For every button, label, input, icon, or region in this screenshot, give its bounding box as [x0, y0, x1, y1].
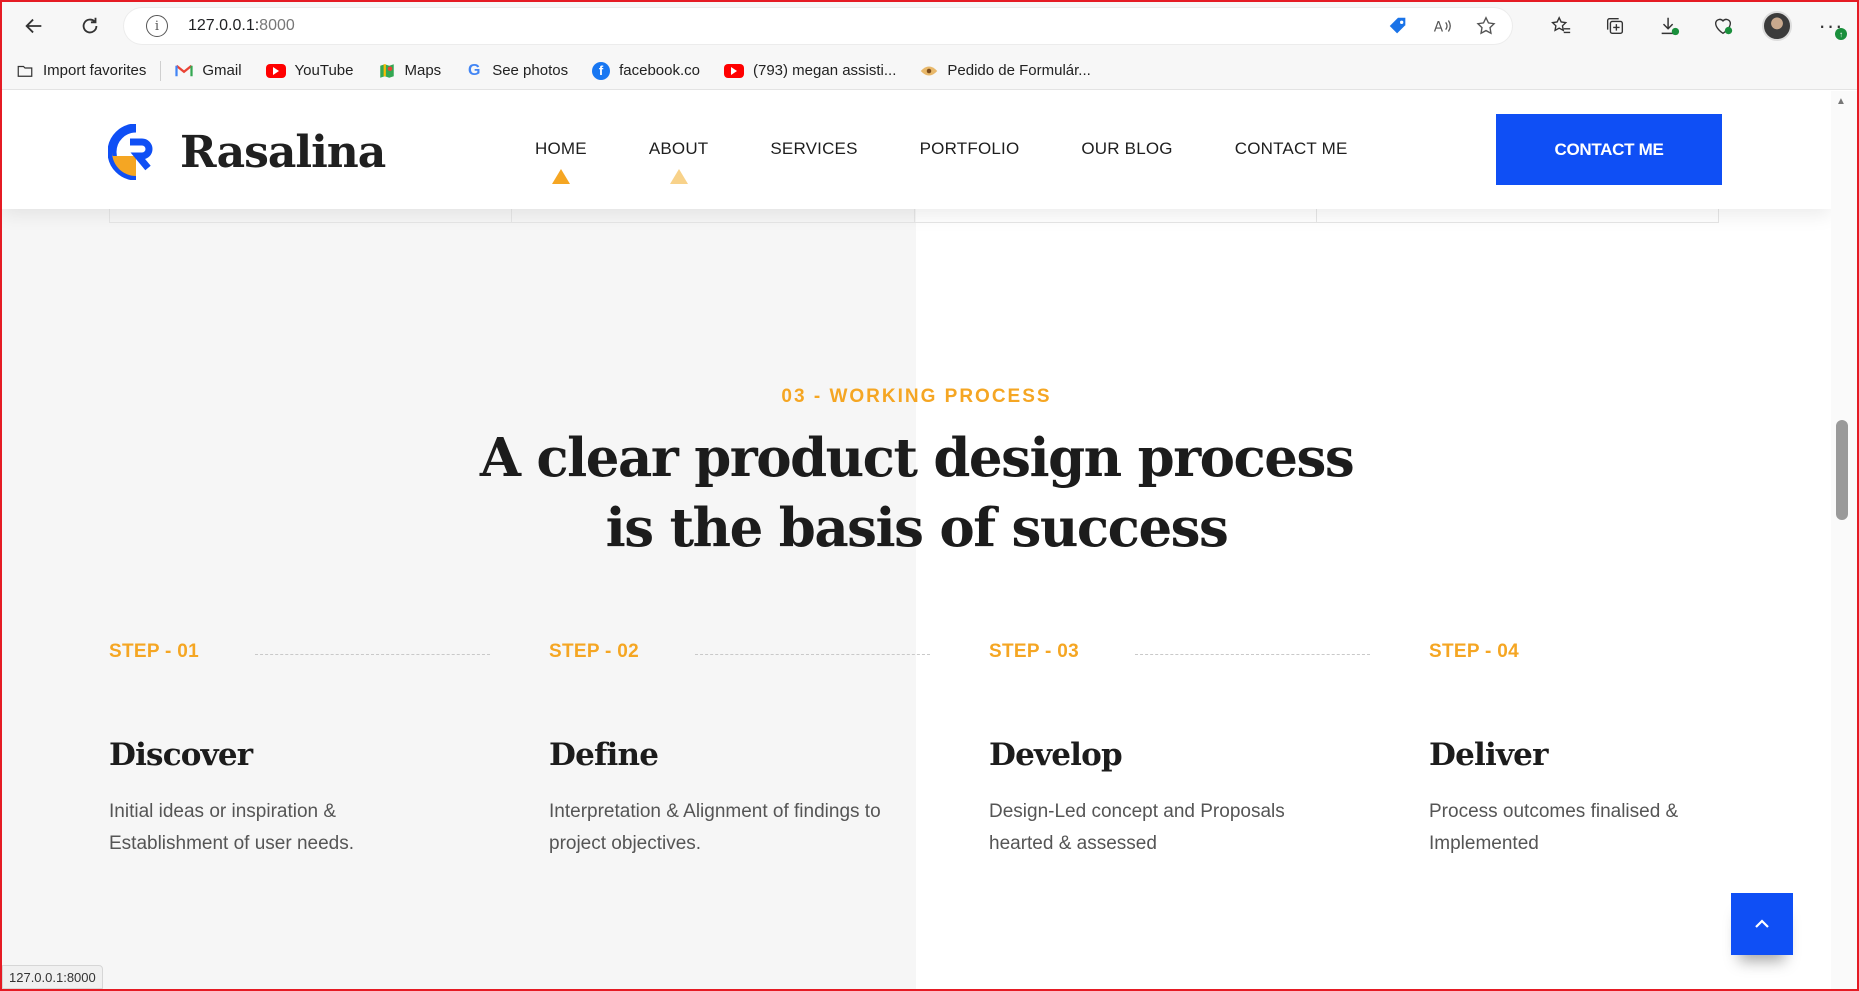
- bookmark-youtube[interactable]: YouTube: [265, 62, 354, 79]
- site-info-icon[interactable]: i: [146, 15, 168, 37]
- nav-item-portfolio[interactable]: PORTFOLIO: [920, 139, 1020, 159]
- nav-item-label: SERVICES: [770, 139, 858, 158]
- step-develop: STEP - 03 Develop Design-Led concept and…: [989, 641, 1429, 854]
- more-menu-icon[interactable]: ··· ↑: [1811, 6, 1851, 46]
- bookmark-pedido-formulario[interactable]: Pedido de Formulár...: [920, 62, 1091, 80]
- scroll-up-arrow-icon[interactable]: ▲: [1836, 96, 1846, 107]
- stats-strip-bottom: [109, 209, 1719, 223]
- eye-icon: [920, 62, 938, 80]
- bookmark-label: YouTube: [294, 62, 354, 79]
- stats-cell: [110, 209, 513, 222]
- svg-text:A: A: [1434, 20, 1444, 36]
- step-description: Design-Led concept and Proposals hearted…: [989, 801, 1285, 854]
- step-divider: [255, 654, 490, 655]
- step-deliver: STEP - 04 Deliver Process outcomes final…: [1429, 641, 1831, 854]
- step-title: Develop: [989, 737, 1123, 773]
- favorites-icon[interactable]: [1541, 6, 1581, 46]
- stats-cell: [512, 209, 915, 222]
- nav-item-label: CONTACT ME: [1234, 139, 1348, 158]
- hover-indicator-icon: [669, 169, 688, 184]
- stats-cell: [915, 209, 1317, 222]
- bookmark-label: See photos: [492, 62, 569, 79]
- step-description: Initial ideas or inspiration & Establish…: [109, 801, 355, 854]
- nav-item-label: HOME: [535, 139, 587, 158]
- gmail-icon: [175, 62, 193, 80]
- nav-item-about[interactable]: ABOUT: [648, 139, 709, 184]
- scroll-to-top-button[interactable]: [1731, 893, 1793, 955]
- chevron-up-icon: [1755, 919, 1769, 928]
- bookmarks-separator: [160, 60, 162, 81]
- bookmarks-bar: Import favorites Gmail YouTube Maps G Se…: [0, 52, 1859, 90]
- section-headline: A clear product design process is the ba…: [2, 423, 1831, 563]
- collections-icon[interactable]: [1595, 6, 1635, 46]
- step-title: Define: [549, 737, 659, 773]
- browser-essentials-icon[interactable]: [1703, 6, 1743, 46]
- step-description: Interpretation & Alignment of findings t…: [549, 801, 881, 854]
- step-title: Discover: [109, 737, 253, 773]
- bookmark-import-favorites[interactable]: Import favorites: [16, 62, 146, 80]
- main-nav: HOME ABOUT SERVICES PORTFOLIO OUR BLOG C…: [535, 139, 1348, 184]
- scrollbar-thumb[interactable]: [1836, 420, 1848, 520]
- bookmark-megan-video[interactable]: (793) megan assisti...: [723, 62, 897, 79]
- update-badge-icon: ↑: [1835, 28, 1847, 40]
- contact-me-button[interactable]: CONTACT ME: [1496, 114, 1722, 185]
- folder-import-icon: [16, 62, 34, 80]
- step-description: Process outcomes finalised & Implemented: [1429, 801, 1679, 854]
- facebook-icon: f: [592, 61, 611, 80]
- nav-item-contact-me[interactable]: CONTACT ME: [1235, 139, 1348, 159]
- bookmark-label: Import favorites: [43, 62, 147, 79]
- back-arrow-icon[interactable]: [14, 6, 54, 46]
- bookmark-gmail[interactable]: Gmail: [175, 62, 242, 80]
- headline-line-1: A clear product design process: [479, 427, 1355, 489]
- section-eyebrow: 03 - WORKING PROCESS: [781, 386, 1052, 407]
- page-scrollbar[interactable]: [1831, 91, 1857, 989]
- downloads-icon[interactable]: [1649, 6, 1689, 46]
- read-aloud-icon[interactable]: A: [1430, 14, 1454, 38]
- bookmark-see-photos[interactable]: G See photos: [465, 62, 568, 80]
- step-label: STEP - 04: [1429, 641, 1519, 662]
- step-title: Deliver: [1429, 737, 1548, 773]
- rasalina-logo-icon: [108, 124, 153, 180]
- bookmark-label: facebook.co: [619, 62, 700, 79]
- nav-item-label: ABOUT: [648, 139, 709, 158]
- youtube-icon: [265, 63, 286, 78]
- add-favorite-icon[interactable]: [1474, 14, 1498, 38]
- browser-toolbar: i 127.0.0.1: 8000 A ··· ↑: [0, 0, 1859, 52]
- maps-icon: [378, 62, 396, 80]
- bookmark-maps[interactable]: Maps: [378, 62, 442, 80]
- step-divider: [1135, 654, 1370, 655]
- nav-item-home[interactable]: HOME: [535, 139, 587, 184]
- bookmark-label: Pedido de Formulár...: [947, 62, 1091, 79]
- step-discover: STEP - 01 Discover Initial ideas or insp…: [109, 641, 549, 854]
- url-host: 127.0.0.1:: [188, 17, 260, 34]
- profile-avatar[interactable]: [1757, 6, 1797, 46]
- headline-line-2: is the basis of success: [605, 497, 1229, 559]
- site-header: Rasalina HOME ABOUT SERVICES PORTFOLIO O…: [2, 91, 1831, 209]
- stats-cell: [1317, 209, 1718, 222]
- step-divider: [695, 654, 930, 655]
- page-viewport: Rasalina HOME ABOUT SERVICES PORTFOLIO O…: [2, 91, 1831, 989]
- google-icon: G: [467, 61, 481, 79]
- address-bar[interactable]: i 127.0.0.1: 8000 A: [124, 8, 1512, 44]
- step-label: STEP - 01: [109, 641, 199, 662]
- step-define: STEP - 02 Define Interpretation & Alignm…: [549, 641, 989, 854]
- step-label: STEP - 03: [989, 641, 1079, 662]
- nav-item-label: OUR BLOG: [1081, 139, 1173, 158]
- youtube-icon: [723, 63, 744, 78]
- site-logo[interactable]: Rasalina: [108, 124, 386, 180]
- reload-icon[interactable]: [70, 6, 110, 46]
- url-port: 8000: [259, 17, 295, 34]
- nav-item-our-blog[interactable]: OUR BLOG: [1081, 139, 1172, 159]
- bookmark-facebook[interactable]: f facebook.co: [592, 61, 700, 80]
- nav-item-label: PORTFOLIO: [919, 139, 1020, 158]
- shopping-tag-icon[interactable]: [1386, 14, 1410, 38]
- bookmark-label: Maps: [404, 62, 442, 79]
- status-bar-url: 127.0.0.1:8000: [2, 965, 103, 989]
- logo-text: Rasalina: [180, 126, 386, 178]
- bookmark-label: Gmail: [202, 62, 242, 79]
- nav-item-services[interactable]: SERVICES: [770, 139, 857, 159]
- active-indicator-icon: [551, 169, 570, 184]
- bookmark-label: (793) megan assisti...: [752, 62, 897, 79]
- step-label: STEP - 02: [549, 641, 639, 662]
